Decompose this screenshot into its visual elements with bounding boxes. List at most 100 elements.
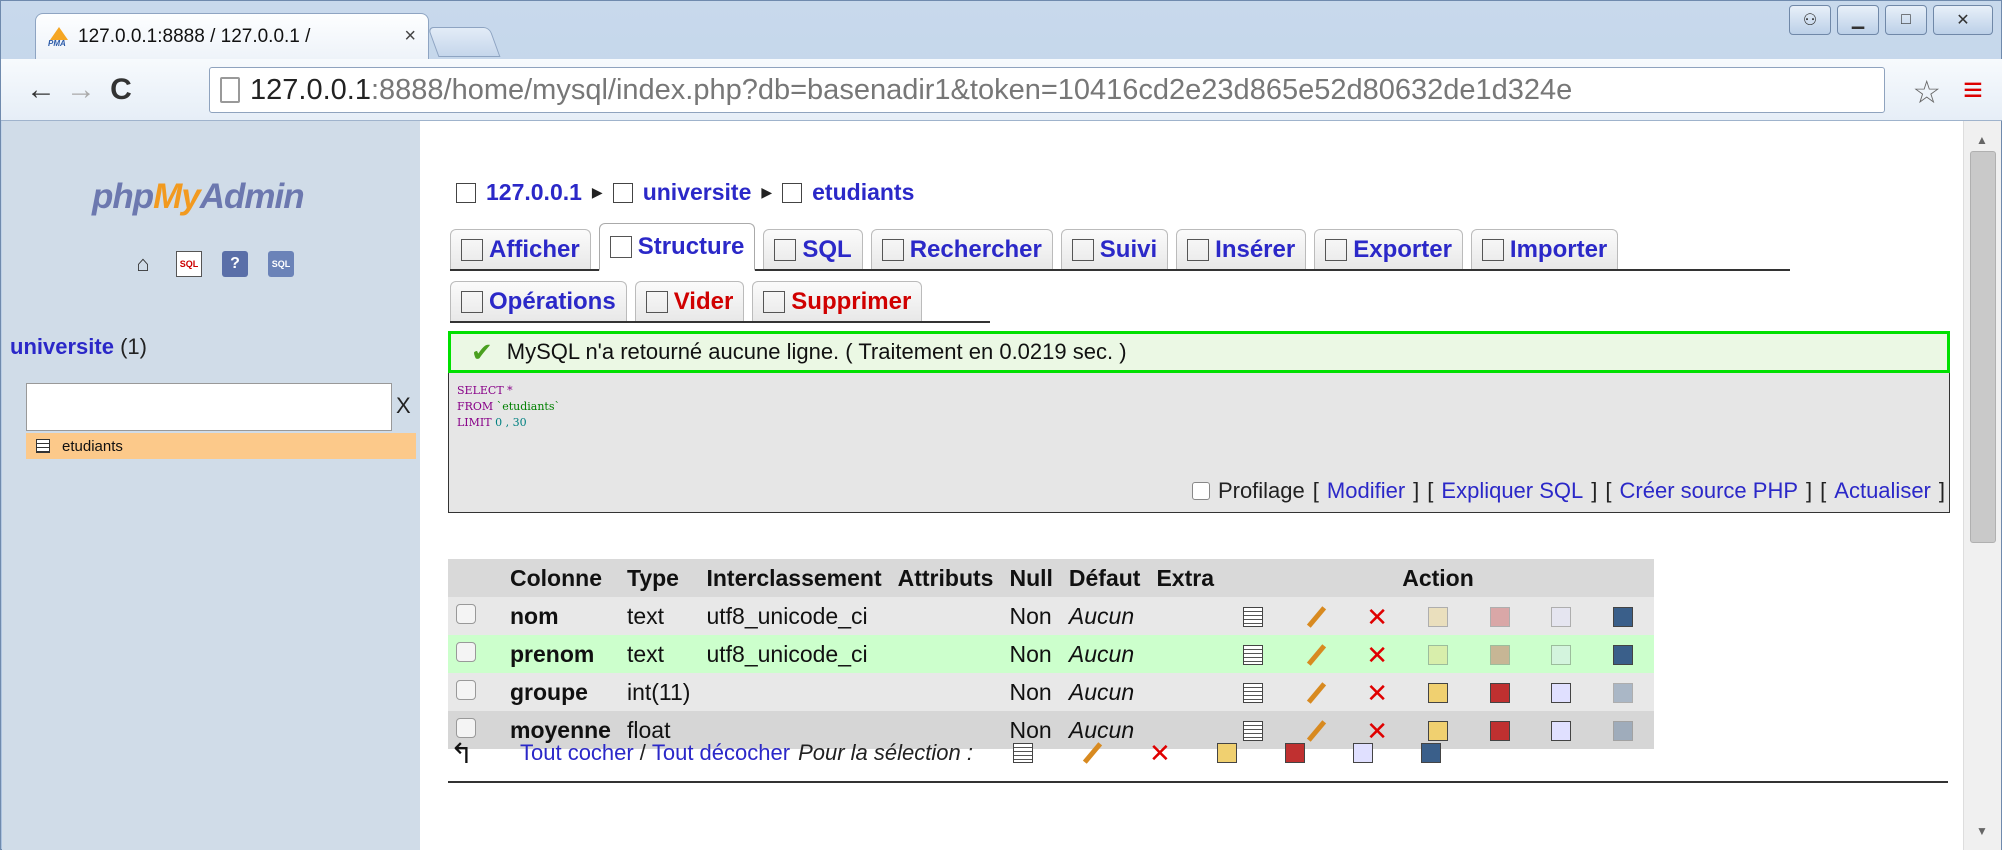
row-checkbox[interactable] — [456, 603, 476, 624]
profile-icon[interactable]: ⚇ — [1789, 5, 1831, 35]
unique-icon[interactable] — [1489, 645, 1510, 666]
action-cell[interactable] — [1530, 597, 1593, 635]
delete-icon[interactable]: ✕ — [1366, 680, 1388, 706]
pencil-icon[interactable] — [1081, 743, 1101, 763]
expliquer-sql-link[interactable]: Expliquer SQL — [1441, 478, 1583, 504]
browser-tab[interactable]: PMA 127.0.0.1:8888 / 127.0.0.1 / × — [35, 13, 429, 59]
fulltext-icon[interactable] — [1613, 607, 1634, 628]
action-cell[interactable]: ✕ — [1345, 673, 1408, 711]
action-cell[interactable] — [1222, 597, 1284, 635]
unique-icon[interactable] — [1489, 607, 1510, 628]
vertical-scrollbar[interactable]: ▲ ▼ — [1963, 121, 2001, 850]
primary-key-icon[interactable] — [1427, 645, 1448, 666]
scroll-down-icon[interactable]: ▼ — [1976, 824, 1988, 838]
back-button[interactable]: ← — [21, 73, 61, 107]
minimize-button[interactable]: ▁ — [1837, 5, 1879, 35]
sql-query-icon[interactable]: SQL — [176, 251, 202, 277]
tab-afficher[interactable]: Afficher — [450, 229, 591, 269]
row-select-cell[interactable] — [448, 673, 502, 711]
index-icon[interactable] — [1352, 743, 1373, 763]
action-cell[interactable] — [1468, 673, 1531, 711]
primary-key-icon[interactable] — [1427, 607, 1448, 628]
check-all-link[interactable]: Tout cocher — [520, 740, 634, 766]
maximize-button[interactable]: □ — [1885, 5, 1927, 35]
row-select-cell[interactable] — [448, 597, 502, 635]
action-cell[interactable] — [1283, 673, 1346, 711]
table-row[interactable]: nom text utf8_unicode_ci Non Aucun ✕ — [448, 597, 1655, 635]
table-row[interactable]: prenom text utf8_unicode_ci Non Aucun ✕ — [448, 635, 1655, 673]
browse-icon[interactable] — [1242, 645, 1263, 666]
row-checkbox[interactable] — [456, 679, 476, 700]
browse-icon[interactable] — [1242, 607, 1263, 628]
pencil-icon[interactable] — [1305, 607, 1325, 627]
actualiser-link[interactable]: Actualiser — [1834, 478, 1931, 504]
tab-importer[interactable]: Importer — [1470, 229, 1619, 269]
fulltext-icon[interactable] — [1613, 683, 1634, 704]
database-link[interactable]: universite (1) — [10, 334, 147, 360]
action-cell[interactable] — [1468, 597, 1531, 635]
tab-rechercher[interactable]: Rechercher — [870, 229, 1053, 269]
tab-exporter[interactable]: Exporter — [1314, 229, 1463, 269]
delete-icon[interactable]: ✕ — [1366, 604, 1388, 630]
action-cell[interactable] — [1283, 597, 1346, 635]
index-icon[interactable] — [1551, 683, 1572, 704]
breadcrumb-database[interactable]: universite — [643, 179, 752, 206]
action-cell[interactable] — [1530, 673, 1593, 711]
browse-icon[interactable] — [1012, 743, 1033, 763]
tab-suivi[interactable]: Suivi — [1060, 229, 1169, 269]
action-cell[interactable] — [1283, 635, 1346, 673]
action-cell[interactable]: ✕ — [1345, 597, 1408, 635]
profilage-checkbox[interactable] — [1191, 482, 1210, 500]
action-cell[interactable] — [1592, 597, 1655, 635]
menu-icon[interactable]: ≡ — [1963, 71, 1983, 110]
tab-inserer[interactable]: Insérer — [1176, 229, 1307, 269]
home-icon[interactable]: ⌂ — [130, 251, 156, 277]
tab-operations[interactable]: Opérations — [450, 281, 627, 321]
action-cell[interactable] — [1530, 635, 1593, 673]
pencil-icon[interactable] — [1305, 645, 1325, 665]
primary-key-icon[interactable] — [1216, 743, 1237, 763]
tab-sql[interactable]: SQL — [763, 229, 863, 269]
tab-close-icon[interactable]: × — [404, 25, 416, 48]
index-icon[interactable] — [1551, 645, 1572, 666]
scroll-up-icon[interactable]: ▲ — [1976, 133, 1988, 147]
primary-key-icon[interactable] — [1427, 683, 1448, 704]
action-cell[interactable] — [1407, 597, 1469, 635]
action-cell[interactable] — [1407, 635, 1469, 673]
action-cell[interactable] — [1592, 635, 1655, 673]
action-cell[interactable]: ✕ — [1345, 635, 1408, 673]
pencil-icon[interactable] — [1305, 683, 1325, 703]
fulltext-icon[interactable] — [1420, 743, 1441, 763]
table-filter-input[interactable] — [26, 383, 392, 431]
action-cell[interactable] — [1222, 635, 1284, 673]
table-row[interactable]: groupe int(11) Non Aucun ✕ — [448, 673, 1655, 711]
reload-button[interactable]: C — [101, 73, 141, 107]
delete-icon[interactable]: ✕ — [1366, 642, 1388, 668]
clear-filter-button[interactable]: X — [396, 393, 411, 419]
forward-button[interactable]: → — [61, 73, 101, 107]
help-icon[interactable]: ? — [222, 251, 248, 277]
fulltext-icon[interactable] — [1613, 645, 1634, 666]
action-cell[interactable] — [1592, 673, 1655, 711]
tab-supprimer[interactable]: Supprimer — [752, 281, 923, 321]
action-cell[interactable] — [1468, 635, 1531, 673]
bookmark-star-icon[interactable]: ☆ — [1912, 73, 1941, 111]
tab-structure[interactable]: Structure — [598, 223, 756, 271]
delete-icon[interactable]: ✕ — [1149, 740, 1171, 766]
scrollbar-thumb[interactable] — [1970, 151, 1996, 543]
breadcrumb-server[interactable]: 127.0.0.1 — [486, 179, 582, 206]
new-tab-button[interactable] — [427, 27, 501, 57]
creer-source-php-link[interactable]: Créer source PHP — [1620, 478, 1799, 504]
docs-icon[interactable]: SQL — [268, 251, 294, 277]
close-window-button[interactable]: ✕ — [1933, 5, 1993, 35]
index-icon[interactable] — [1551, 607, 1572, 628]
breadcrumb-table[interactable]: etudiants — [812, 179, 914, 206]
row-select-cell[interactable] — [448, 635, 502, 673]
row-checkbox[interactable] — [456, 641, 476, 662]
address-bar[interactable]: 127.0.0.1:8888/home/mysql/index.php?db=b… — [209, 67, 1885, 113]
phpmyadmin-logo[interactable]: phpMyAdmin — [92, 177, 305, 217]
sidebar-item-etudiants[interactable]: etudiants — [26, 433, 416, 459]
browse-icon[interactable] — [1242, 683, 1263, 704]
uncheck-all-link[interactable]: Tout décocher — [652, 740, 790, 766]
action-cell[interactable] — [1222, 673, 1284, 711]
